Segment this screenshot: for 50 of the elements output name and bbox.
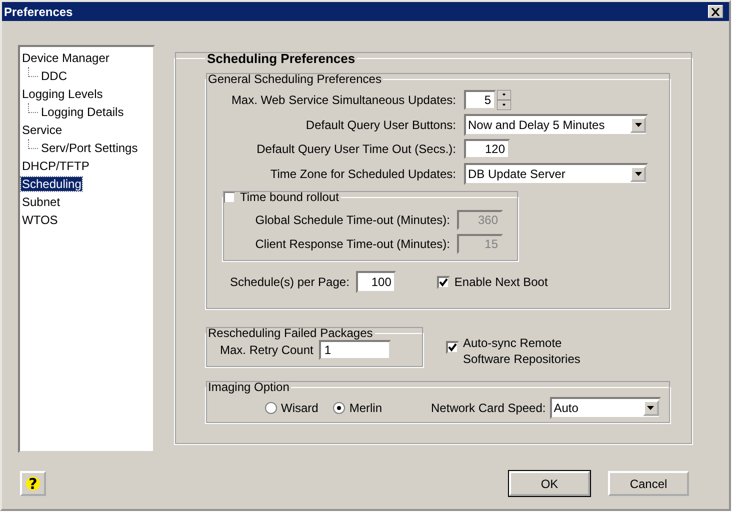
tree-item[interactable]: Device Manager (21, 51, 110, 65)
group-title: General Scheduling Preferences (207, 72, 382, 86)
dropdown[interactable]: Auto (550, 397, 661, 419)
input-field[interactable]: 1 (319, 340, 392, 360)
tree-item[interactable]: Logging Levels (21, 87, 104, 101)
tree-item[interactable]: Serv/Port Settings (40, 141, 139, 155)
field-label: Network Card Speed: (431, 401, 546, 415)
group-title: Imaging Option (207, 380, 290, 394)
dialog-button[interactable]: OK (509, 471, 590, 496)
tree-item[interactable]: Logging Details (40, 105, 125, 119)
field-label: Default Query User Buttons: (304, 118, 456, 132)
input-field[interactable]: 120 (464, 139, 510, 160)
tree-item[interactable]: Scheduling (21, 177, 82, 191)
group-title: Rescheduling Failed Packages (207, 326, 374, 340)
dropdown[interactable]: Now and Delay 5 Minutes (464, 114, 648, 136)
checkbox[interactable] (223, 190, 236, 204)
radio-label: Merlin (349, 401, 382, 415)
checkbox-label: Time bound rollout (240, 190, 339, 204)
field-label: Client Response Time-out (Minutes): (254, 237, 450, 251)
field-label: Max. Retry Count (220, 343, 314, 357)
spinner-buttons[interactable] (497, 90, 511, 110)
help-button[interactable]: ? (20, 471, 46, 496)
close-button[interactable] (708, 5, 723, 18)
radio-button[interactable] (333, 402, 346, 414)
number-field[interactable]: 5 (464, 90, 496, 110)
checkbox-label: Enable Next Boot (454, 275, 548, 289)
caret-icon (647, 406, 654, 410)
close-icon (711, 8, 720, 16)
window-title: Preferences (4, 4, 73, 18)
tree-item[interactable]: DHCP/TFTP (21, 159, 90, 173)
radio-button[interactable] (265, 402, 277, 414)
checkbox-label: Auto-sync Remote Software Repositories (463, 335, 582, 367)
field-label: Global Schedule Time-out (Minutes): (254, 213, 450, 227)
tree-item[interactable]: Service (21, 123, 64, 137)
field-label: Default Query User Time Out (Secs.): (256, 142, 456, 156)
group-title: Scheduling Preferences (206, 51, 356, 66)
tree-item[interactable]: Subnet (21, 195, 62, 209)
checkbox[interactable] (446, 341, 459, 354)
field-label: Time Zone for Scheduled Updates: (269, 166, 456, 181)
dialog-button[interactable]: Cancel (608, 471, 689, 496)
radio-label: Wisard (281, 401, 318, 415)
dropdown[interactable]: DB Update Server (464, 162, 648, 185)
checkbox[interactable] (437, 276, 450, 288)
field-label: Max. Web Service Simultaneous Updates: (230, 93, 456, 108)
field-label: Schedule(s) per Page: (230, 275, 350, 289)
input-field[interactable]: 100 (356, 271, 396, 293)
tree-item[interactable]: DDC (40, 69, 68, 83)
caret-icon (634, 122, 642, 127)
caret-icon (634, 172, 642, 176)
tree-item[interactable]: WTOS (21, 213, 59, 227)
